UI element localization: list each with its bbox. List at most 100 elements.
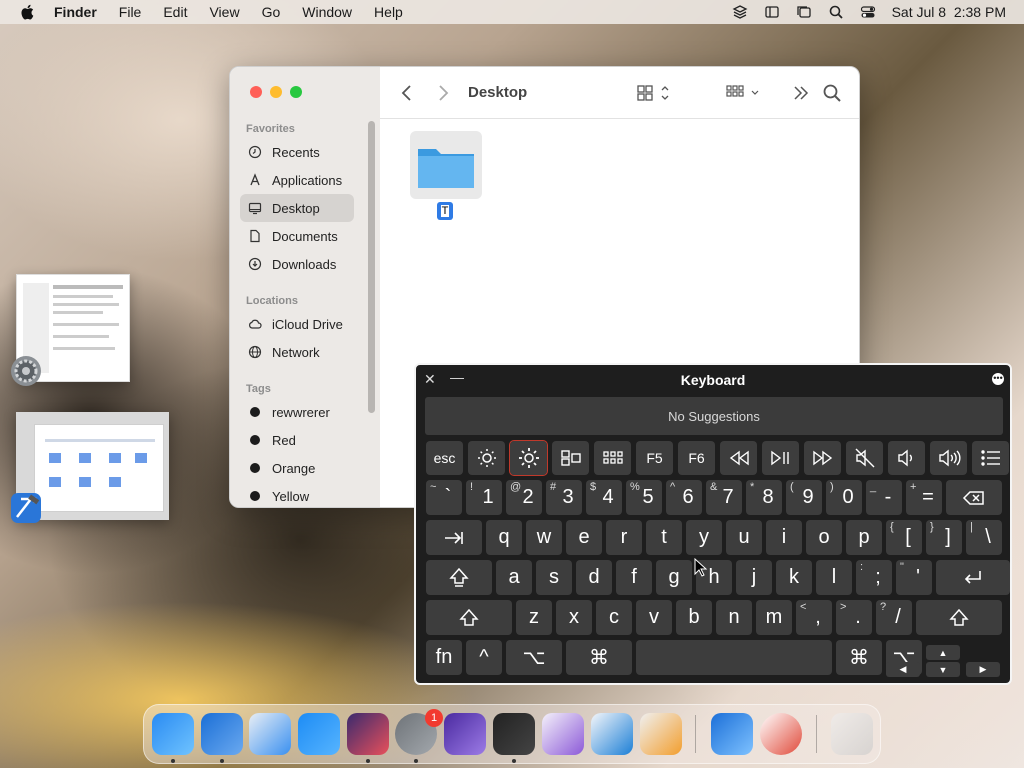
key-x[interactable]: x bbox=[556, 600, 592, 635]
dock-app-shortcuts[interactable] bbox=[347, 713, 389, 755]
key-d[interactable]: d bbox=[576, 560, 612, 595]
dock-app-xcode[interactable] bbox=[201, 713, 243, 755]
fn-key-1[interactable] bbox=[468, 441, 505, 475]
fn-key-6[interactable]: F6 bbox=[678, 441, 715, 475]
arrow-up-key[interactable]: ▲ bbox=[926, 645, 960, 660]
dock-app-visual-studio[interactable] bbox=[542, 713, 584, 755]
key-s[interactable]: s bbox=[536, 560, 572, 595]
dock-app-trash[interactable] bbox=[831, 713, 873, 755]
key-4[interactable]: $4 bbox=[586, 480, 622, 515]
return-key[interactable] bbox=[936, 560, 1010, 595]
dock-app-visual-studio-code[interactable] bbox=[591, 713, 633, 755]
key-v[interactable]: v bbox=[636, 600, 672, 635]
icon-view-icon[interactable] bbox=[636, 83, 672, 103]
group-by-icon[interactable] bbox=[725, 83, 763, 103]
back-chevron-icon[interactable] bbox=[400, 83, 414, 103]
sidebar-icon[interactable] bbox=[764, 4, 780, 20]
control-center-icon[interactable] bbox=[860, 4, 876, 20]
key-z[interactable]: z bbox=[516, 600, 552, 635]
key-`[interactable]: ~ ` bbox=[426, 480, 462, 515]
key-i[interactable]: i bbox=[766, 520, 802, 555]
sidebar-item-icloud-drive[interactable]: iCloud Drive bbox=[240, 310, 354, 338]
minimize-window-button[interactable] bbox=[270, 86, 282, 98]
key-m[interactable]: m bbox=[756, 600, 792, 635]
dock-app-app-store[interactable] bbox=[298, 713, 340, 755]
sidebar-item-applications[interactable]: Applications bbox=[240, 166, 354, 194]
key-q[interactable]: q bbox=[486, 520, 522, 555]
zoom-window-button[interactable] bbox=[290, 86, 302, 98]
key-8[interactable]: * 8 bbox=[746, 480, 782, 515]
control-key[interactable]: ^ bbox=[466, 640, 502, 675]
menu-app-name[interactable]: Finder bbox=[54, 4, 97, 20]
search-icon[interactable] bbox=[822, 83, 842, 103]
fn-key-13[interactable] bbox=[972, 441, 1009, 475]
key-quote[interactable]: " ' bbox=[896, 560, 932, 595]
key-a[interactable]: a bbox=[496, 560, 532, 595]
key-p[interactable]: p bbox=[846, 520, 882, 555]
dock-app-launchpad[interactable] bbox=[640, 713, 682, 755]
dock-app-apple-configurator[interactable] bbox=[444, 713, 486, 755]
key-g[interactable]: g bbox=[656, 560, 692, 595]
key-semicolon[interactable]: :; bbox=[856, 560, 892, 595]
sidebar-tag-rewwrerer[interactable]: rewwrerer bbox=[240, 398, 354, 426]
xcode-icon[interactable] bbox=[9, 491, 43, 525]
arrow-down-key[interactable]: ▼ bbox=[926, 662, 960, 677]
key-c[interactable]: c bbox=[596, 600, 632, 635]
key-comma[interactable]: <, bbox=[796, 600, 832, 635]
fn-key[interactable]: fn bbox=[426, 640, 462, 675]
key-u[interactable]: u bbox=[726, 520, 762, 555]
fn-key-3[interactable] bbox=[552, 441, 589, 475]
close-window-button[interactable] bbox=[250, 86, 262, 98]
more-toolbar-chevrons-icon[interactable] bbox=[792, 83, 810, 103]
key-2[interactable]: @2 bbox=[506, 480, 542, 515]
command-key[interactable]: ⌘ bbox=[566, 640, 632, 675]
fn-key-11[interactable] bbox=[888, 441, 925, 475]
key-9[interactable]: (9 bbox=[786, 480, 822, 515]
space-key[interactable] bbox=[636, 640, 832, 675]
fn-key-12[interactable] bbox=[930, 441, 967, 475]
key-6[interactable]: ^ 6 bbox=[666, 480, 702, 515]
fn-key-9[interactable] bbox=[804, 441, 841, 475]
right-shift-key[interactable] bbox=[916, 600, 1002, 635]
key-o[interactable]: o bbox=[806, 520, 842, 555]
fn-key-2[interactable] bbox=[509, 440, 548, 476]
menu-view[interactable]: View bbox=[209, 4, 239, 20]
dock-app-weather[interactable] bbox=[711, 713, 753, 755]
fn-key-10[interactable] bbox=[846, 441, 883, 475]
key-k[interactable]: k bbox=[776, 560, 812, 595]
key-[[interactable]: {[ bbox=[886, 520, 922, 555]
menu-edit[interactable]: Edit bbox=[163, 4, 187, 20]
delete-key[interactable] bbox=[946, 480, 1002, 515]
key-r[interactable]: r bbox=[606, 520, 642, 555]
key-w[interactable]: w bbox=[526, 520, 562, 555]
sidebar-item-network[interactable]: Network bbox=[240, 338, 354, 366]
key--[interactable]: _ - bbox=[866, 480, 902, 515]
sidebar-item-documents[interactable]: Documents bbox=[240, 222, 354, 250]
key-slash[interactable]: ? / bbox=[876, 600, 912, 635]
fn-key-5[interactable]: F5 bbox=[636, 441, 673, 475]
key-7[interactable]: & 7 bbox=[706, 480, 742, 515]
sidebar-tag-red[interactable]: Red bbox=[240, 426, 354, 454]
folder-name-label[interactable]: T bbox=[437, 202, 453, 220]
sidebar-tag-orange[interactable]: Orange bbox=[240, 454, 354, 482]
system-settings-icon[interactable] bbox=[9, 354, 43, 388]
sidebar-tag-yellow[interactable]: Yellow bbox=[240, 482, 354, 507]
key-l[interactable]: l bbox=[816, 560, 852, 595]
key-period[interactable]: >. bbox=[836, 600, 872, 635]
fn-key-4[interactable] bbox=[594, 441, 631, 475]
dock-app-finder[interactable] bbox=[152, 713, 194, 755]
arrow-left-key[interactable]: ◀ bbox=[886, 662, 920, 677]
spotlight-search-icon[interactable] bbox=[828, 4, 844, 20]
apple-logo-icon[interactable] bbox=[18, 2, 38, 22]
menu-clock[interactable]: Sat Jul 8 2:38 PM bbox=[892, 4, 1006, 20]
key-n[interactable]: n bbox=[716, 600, 752, 635]
key-5[interactable]: % 5 bbox=[626, 480, 662, 515]
fn-key-0[interactable]: esc bbox=[426, 441, 463, 475]
key-][interactable]: }] bbox=[926, 520, 962, 555]
menu-file[interactable]: File bbox=[119, 4, 142, 20]
folder-name-editing[interactable]: T bbox=[439, 204, 451, 218]
key-e[interactable]: e bbox=[566, 520, 602, 555]
caps-lock-key[interactable] bbox=[426, 560, 492, 595]
key-b[interactable]: b bbox=[676, 600, 712, 635]
fn-key-8[interactable] bbox=[762, 441, 799, 475]
